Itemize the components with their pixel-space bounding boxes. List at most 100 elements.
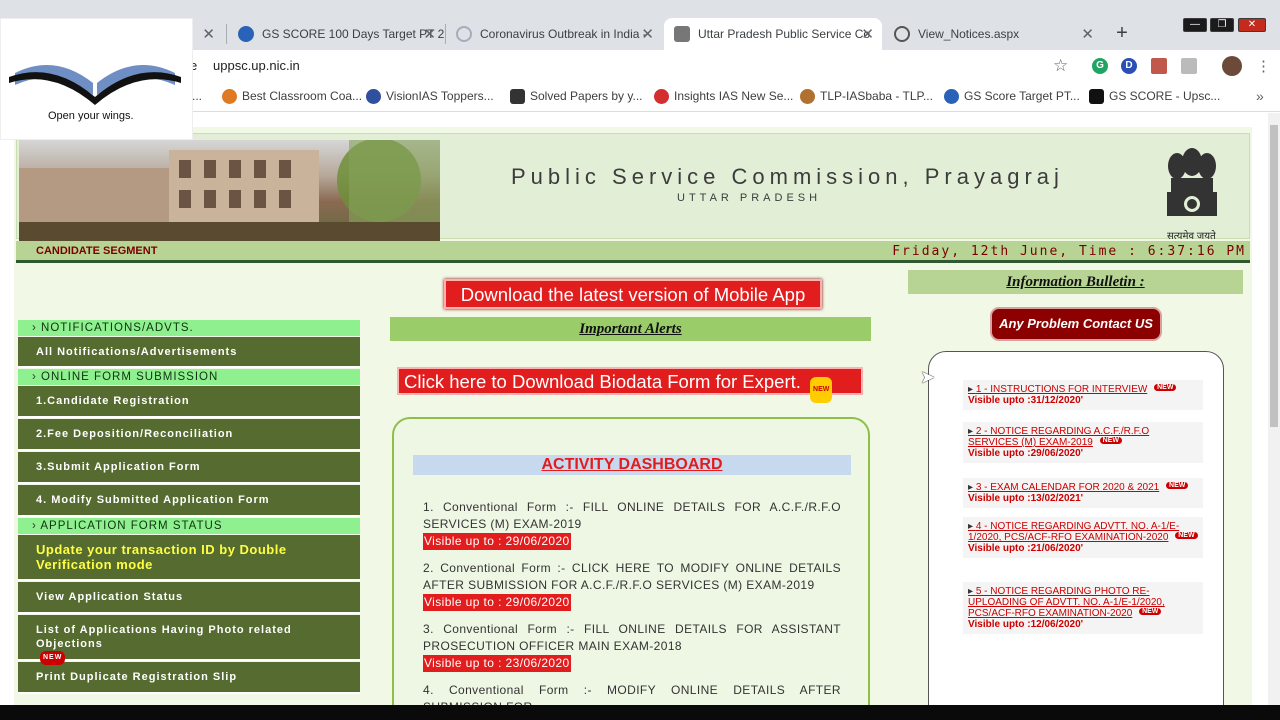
notice-item[interactable]: 5 - NOTICE REGARDING PHOTO RE-UPLOADING … (963, 582, 1203, 634)
web-page: Public Service Commission, Prayagraj UTT… (0, 113, 1268, 705)
visible-upto-badge: Visible up to : 23/06/2020 (423, 655, 571, 672)
new-badge: NEW (810, 377, 833, 403)
pdf-extension-icon[interactable] (1151, 58, 1167, 74)
notice-item[interactable]: 3 - EXAM CALENDAR FOR 2020 & 2021 NEW Vi… (963, 478, 1203, 508)
notice-item[interactable]: 4 - NOTICE REGARDING ADVTT. NO. A-1/E-1/… (963, 517, 1203, 558)
globe-icon (894, 26, 910, 42)
nav-photo-objections[interactable]: List of Applications Having Photo relate… (18, 615, 360, 665)
close-icon[interactable]: ✕ (1081, 25, 1094, 43)
notice-title[interactable]: 2 - NOTICE REGARDING A.C.F./R.F.O SERVIC… (968, 426, 1149, 448)
building-illustration (19, 138, 440, 242)
bookmark-favicon-icon (366, 89, 381, 104)
visible-upto-badge: Visible up to : 29/06/2020 (423, 594, 571, 611)
close-icon[interactable]: ✕ (202, 25, 215, 43)
bookmarks-overflow[interactable]: » (1256, 88, 1264, 104)
open-book-icon (9, 65, 181, 105)
bookmark-favicon-icon (944, 89, 959, 104)
bookmark-item[interactable]: Best Classroom Coa... (222, 89, 362, 104)
tab-coronavirus[interactable]: Coronavirus Outbreak in India - ✕ (446, 18, 662, 50)
nav-update-transaction-id[interactable]: Update your transaction ID by Double Ver… (18, 535, 360, 581)
nav-fee-deposition[interactable]: 2.Fee Deposition/Reconciliation (18, 419, 360, 451)
datetime-clock: Friday, 12th June, Time : 6:37:16 PM (892, 244, 1246, 259)
bookmark-item[interactable]: Insights IAS New Se... (654, 89, 793, 104)
close-icon[interactable]: ✕ (641, 25, 654, 43)
new-tab-button[interactable]: + (1110, 22, 1134, 46)
nav-all-notifications[interactable]: All Notifications/Advertisements (18, 337, 360, 368)
new-badge: NEW (1154, 384, 1177, 391)
maximize-button[interactable]: ❐ (1210, 18, 1234, 32)
notice-title[interactable]: 4 - NOTICE REGARDING ADVTT. NO. A-1/E-1/… (968, 521, 1179, 543)
close-icon[interactable]: ✕ (861, 25, 874, 43)
scrollbar-thumb[interactable] (1270, 125, 1278, 427)
activity-dashboard-panel: ACTIVITY DASHBOARD 1. Conventional Form … (392, 417, 870, 705)
dashboard-row-text[interactable]: 3. Conventional Form :- FILL ONLINE DETA… (423, 621, 841, 655)
tab-divider (226, 24, 227, 44)
notice-visible-upto: Visible upto :29/06/2020' (968, 448, 1084, 459)
dashboard-row-text[interactable]: 4. Conventional Form :- MODIFY ONLINE DE… (423, 682, 841, 705)
download-mobile-app-button[interactable]: Download the latest version of Mobile Ap… (444, 279, 822, 309)
dashboard-row[interactable]: 1. Conventional Form :- FILL ONLINE DETA… (413, 499, 851, 550)
nav-submit-application[interactable]: 3.Submit Application Form (18, 452, 360, 484)
dashboard-row[interactable]: 2. Conventional Form :- CLICK HERE TO MO… (413, 560, 851, 611)
site-subtitle: UTTAR PRADESH (677, 192, 822, 204)
national-emblem-icon (1167, 148, 1217, 216)
nav-view-application-status[interactable]: View Application Status (18, 582, 360, 614)
dashboard-row[interactable]: 3. Conventional Form :- FILL ONLINE DETA… (413, 621, 851, 672)
notice-title[interactable]: 1 - INSTRUCTIONS FOR INTERVIEW (968, 384, 1147, 395)
new-badge: NEW (1139, 608, 1162, 615)
notice-visible-upto: Visible upto :21/06/2020' (968, 543, 1084, 554)
bookmark-item[interactable]: GS SCORE - Upsc... (1089, 89, 1220, 104)
nav-print-registration-slip[interactable]: Print Duplicate Registration Slip (18, 662, 360, 694)
close-icon[interactable]: ✕ (423, 25, 436, 43)
new-badge: NEW (1099, 437, 1122, 444)
notice-visible-upto: Visible upto :13/02/2021' (968, 493, 1084, 504)
close-window-button[interactable]: ✕ (1238, 18, 1266, 32)
tab-gs-score[interactable]: GS SCORE 100 Days Target PT 2 ✕ (228, 18, 444, 50)
notice-item[interactable]: 2 - NOTICE REGARDING A.C.F./R.F.O SERVIC… (963, 422, 1203, 463)
contact-us-button[interactable]: Any Problem Contact US (990, 307, 1162, 341)
nav-modify-application[interactable]: 4. Modify Submitted Application Form (18, 485, 360, 517)
dashboard-row[interactable]: 4. Conventional Form :- MODIFY ONLINE DE… (413, 682, 851, 705)
notice-title[interactable]: 3 - EXAM CALENDAR FOR 2020 & 2021 (968, 482, 1159, 493)
os-taskbar (0, 705, 1280, 720)
bookmark-item[interactable]: VisionIAS Toppers... (366, 89, 494, 104)
bookmark-star-icon[interactable]: ☆ (1053, 56, 1068, 76)
channel-logo-overlay: Open your wings. (0, 18, 193, 140)
visible-upto-badge: Visible up to : 29/06/2020 (423, 533, 571, 550)
reader-extension-icon[interactable] (1181, 58, 1197, 74)
notice-item[interactable]: 1 - INSTRUCTIONS FOR INTERVIEW NEW Visib… (963, 380, 1203, 410)
grammarly-extension-icon[interactable]: G (1092, 58, 1108, 74)
bookmark-favicon-icon (654, 89, 669, 104)
new-badge: NEW (40, 651, 66, 665)
mouse-cursor-icon: ➤ (920, 367, 936, 387)
dictionary-extension-icon[interactable]: D (1121, 58, 1137, 74)
minimize-button[interactable]: — (1183, 18, 1207, 32)
notice-visible-upto: Visible upto :31/12/2020' (968, 395, 1084, 406)
tab-uppsc[interactable]: Uttar Pradesh Public Service Co ✕ (664, 18, 882, 50)
segment-bar: CANDIDATE SEGMENT Friday, 12th June, Tim… (16, 241, 1250, 263)
dashboard-row-text[interactable]: 1. Conventional Form :- FILL ONLINE DETA… (423, 499, 841, 533)
tab-partial[interactable]: ✕ (193, 18, 223, 50)
important-alerts-heading: Important Alerts (390, 317, 871, 341)
tab-label: Coronavirus Outbreak in India - (480, 27, 647, 41)
menu-kebab-icon[interactable]: ⋮ (1256, 57, 1271, 75)
bookmark-item[interactable]: TLP-IASbaba - TLP... (800, 89, 933, 104)
bookmark-item[interactable]: Solved Papers by y... (510, 89, 643, 104)
bookmark-favicon-icon (222, 89, 237, 104)
globe-icon (456, 26, 472, 42)
emblem-favicon-icon (674, 26, 690, 42)
building-photo (19, 138, 440, 242)
download-biodata-button[interactable]: Click here to Download Biodata Form for … (397, 367, 863, 403)
dashboard-row-text[interactable]: 2. Conventional Form :- CLICK HERE TO MO… (423, 560, 841, 594)
address-bar[interactable]: uppsc.up.nic.in (213, 58, 300, 73)
nav-candidate-registration[interactable]: 1.Candidate Registration (18, 386, 360, 418)
vertical-scrollbar[interactable] (1268, 113, 1280, 705)
bookmark-item[interactable]: GS Score Target PT... (944, 89, 1080, 104)
tab-view-notices[interactable]: View_Notices.aspx ✕ (884, 18, 1102, 50)
notice-title[interactable]: 5 - NOTICE REGARDING PHOTO RE-UPLOADING … (968, 586, 1165, 619)
profile-avatar[interactable] (1222, 56, 1242, 76)
nav-photo-objections-label: List of Applications Having Photo relate… (36, 624, 292, 650)
tab-label: GS SCORE 100 Days Target PT 2 (262, 27, 444, 41)
site-title: Public Service Commission, Prayagraj (511, 164, 1064, 189)
bookmark-partial[interactable]: ... (192, 89, 202, 103)
